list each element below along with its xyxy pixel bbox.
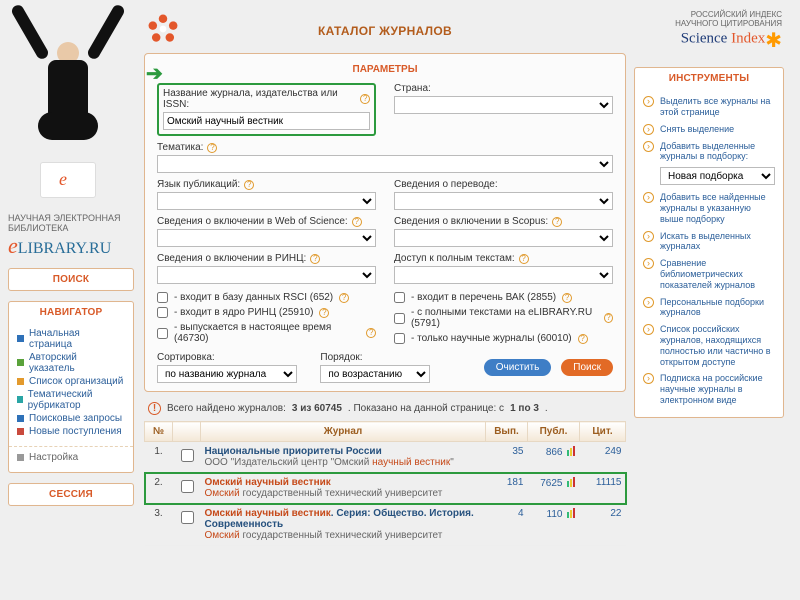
chevron-icon: › [643,124,654,135]
order-select[interactable]: по возрастанию [320,365,430,383]
filter-checkbox[interactable]: - выпускается в настоящее время (46730) … [157,320,376,346]
settings-link[interactable]: Настройка [17,451,125,464]
info-icon: ! [148,402,161,415]
clear-button[interactable]: Очистить [484,359,552,376]
nav-item[interactable]: Тематический рубрикатор [17,388,125,412]
row-checkbox[interactable] [181,511,194,524]
help-icon[interactable]: ? [310,254,320,264]
tools-panel: ИНСТРУМЕНТЫ ›Выделить все журналы на это… [634,67,784,418]
chevron-icon: › [643,96,654,107]
nav-item[interactable]: Новые поступления [17,425,125,438]
help-icon[interactable]: ? [244,180,254,190]
subject-select[interactable] [157,155,613,173]
filter-checkbox[interactable]: - входит в перечень ВАК (2855) ? [394,290,613,305]
help-icon[interactable]: ? [552,217,562,227]
tool-item[interactable]: ›Сравнение библиометрических показателей… [643,255,775,293]
filter-checkbox[interactable]: - только научные журналы (60010) ? [394,331,613,346]
session-panel[interactable]: СЕССИЯ [8,483,134,506]
science-index-logo: РОССИЙСКИЙ ИНДЕКС НАУЧНОГО ЦИТИРОВАНИЯ S… [634,6,784,57]
table-row[interactable]: 1.Национальные приоритеты РоссииООО "Изд… [145,442,626,473]
filter-checkbox[interactable]: - входит в ядро РИНЦ (25910) ? [157,305,376,320]
tool-item[interactable]: ›Персональные подборки журналов [643,294,775,322]
site-logo: НАУЧНАЯ ЭЛЕКТРОННАЯ БИБЛИОТЕКА eLIBRARY.… [8,214,134,258]
translation-select[interactable] [394,192,613,210]
collection-select[interactable]: Новая подборка [660,167,775,185]
nav-item[interactable]: Начальная страница [17,327,125,351]
row-checkbox[interactable] [181,449,194,462]
help-icon[interactable]: ? [352,217,362,227]
chevron-icon: › [643,373,654,384]
table-row[interactable]: 3.Омский научный вестник. Серия: Обществ… [145,504,626,546]
wos-select[interactable] [157,229,376,247]
tool-item[interactable]: ›Список российских журналов, находящихся… [643,321,775,370]
tool-item[interactable]: ›Добавить выделенные журналы в подборку: [643,138,775,166]
chevron-icon: › [643,324,654,335]
journal-name-input[interactable] [163,112,370,130]
hero-image: e [8,6,134,206]
chevron-icon: › [643,192,654,203]
help-icon[interactable]: ? [207,143,217,153]
chevron-icon: › [643,258,654,269]
tool-item[interactable]: ›Выделить все журналы на этой странице [643,93,775,121]
filter-checkbox[interactable]: - с полными текстами на eLIBRARY.RU (579… [394,305,613,331]
tool-item[interactable]: ›Подписка на российские научные журналы … [643,370,775,408]
navigator-panel: НАВИГАТОР Начальная страницаАвторский ук… [8,301,134,473]
nav-item[interactable]: Список организаций [17,375,125,388]
search-button[interactable]: Поиск [561,359,613,376]
chevron-icon: › [643,141,654,152]
tool-item[interactable]: ›Снять выделение [643,121,775,138]
help-icon[interactable]: ? [366,328,376,338]
search-panel[interactable]: ПОИСК [8,268,134,291]
scopus-select[interactable] [394,229,613,247]
help-icon[interactable]: ? [578,334,588,344]
row-checkbox[interactable] [181,480,194,493]
country-select[interactable] [394,96,613,114]
chevron-icon: › [643,231,654,242]
fulltext-select[interactable] [394,266,613,284]
nav-item[interactable]: Авторский указатель [17,351,125,375]
tool-item[interactable]: ›Добавить все найденные журналы в указан… [643,189,775,227]
page-title: КАТАЛОГ ЖУРНАЛОВ [318,24,452,38]
language-select[interactable] [157,192,376,210]
help-icon[interactable]: ? [360,94,370,104]
help-icon[interactable]: ? [562,293,572,303]
flower-icon [146,12,180,49]
help-icon[interactable]: ? [319,308,329,318]
results-table: № Журнал Вып. Публ. Цит. 1.Национальные … [144,421,626,546]
help-icon[interactable]: ? [519,254,529,264]
filter-checkbox[interactable]: - входит в базу данных RSCI (652) ? [157,290,376,305]
tool-item[interactable]: ›Искать в выделенных журналах [643,228,775,256]
sort-select[interactable]: по названию журнала [157,365,297,383]
arrow-icon: ➔ [146,61,163,86]
results-summary: ! Всего найдено журналов: 3 из 60745 . П… [148,402,622,415]
help-icon[interactable]: ? [604,313,613,323]
help-icon[interactable]: ? [339,293,349,303]
table-row[interactable]: 2.Омский научный вестникОмский государст… [145,473,626,504]
params-panel: ПАРАМЕТРЫ Название журнала, издательства… [144,53,626,392]
rinc-select[interactable] [157,266,376,284]
nav-item[interactable]: Поисковые запросы [17,412,125,425]
chevron-icon: › [643,297,654,308]
